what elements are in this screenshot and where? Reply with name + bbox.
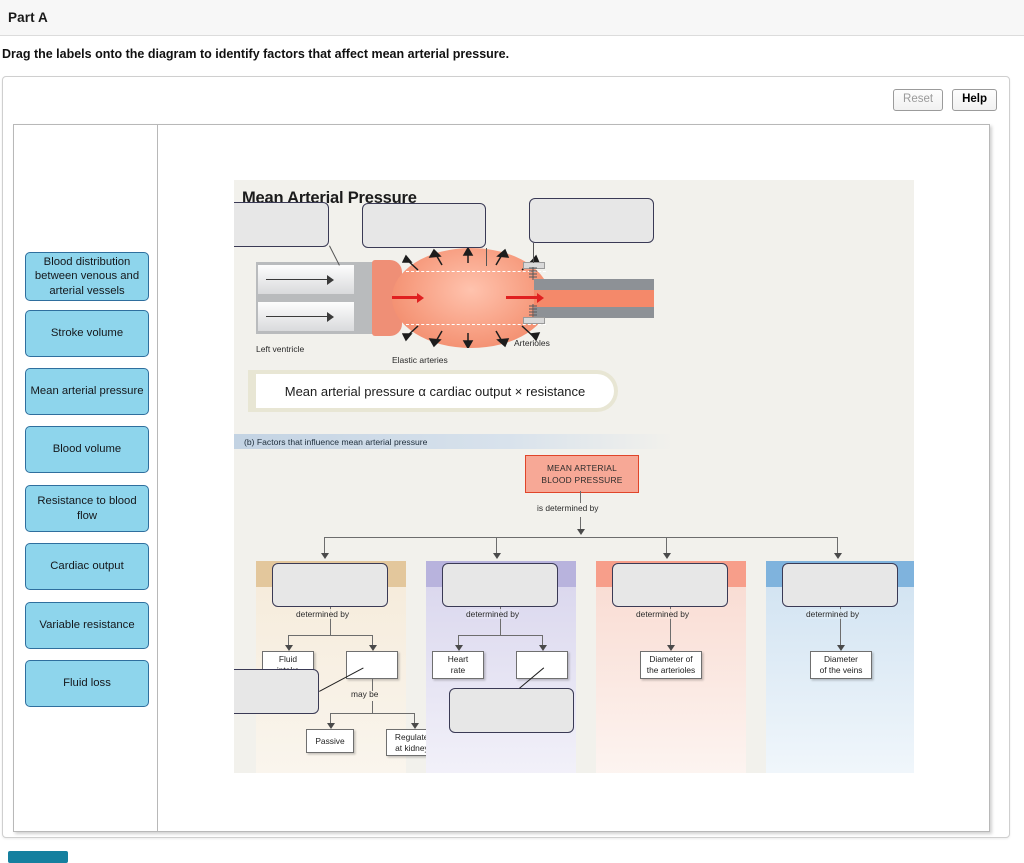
root-box-mean-arterial-blood-pressure: MEAN ARTERIAL BLOOD PRESSURE	[525, 455, 639, 493]
page-title: Part A	[8, 10, 48, 25]
col1-maybe-label: may be	[351, 689, 379, 699]
col4-stem-2	[840, 623, 841, 647]
drop-target-column-3[interactable]	[612, 563, 728, 607]
col4-child-diameter-veins: Diameter of the veins	[810, 651, 872, 679]
col1-split-bus	[288, 635, 372, 636]
submit-button[interactable]	[8, 851, 68, 863]
col2-stem-2	[500, 623, 501, 635]
col3-connector-label: determined by	[636, 609, 690, 619]
col1-stem-2	[330, 623, 331, 635]
band-caption: (b) Factors that influence mean arterial…	[244, 436, 428, 447]
flow-column-2: determined by Heart rate	[426, 561, 576, 773]
root-arrow	[577, 529, 585, 535]
label-bank: Blood distribution between venous and ar…	[14, 125, 158, 831]
col1-maybe-stem-2	[372, 701, 373, 713]
label-chip-cardiac-output[interactable]: Cardiac output	[25, 543, 149, 590]
drop-target-illustration-3[interactable]	[529, 198, 654, 243]
col3-child-diameter-arterioles: Diameter of the arterioles	[640, 651, 702, 679]
distributor-bus	[324, 537, 837, 538]
label-chip-fluid-loss[interactable]: Fluid loss	[25, 660, 149, 707]
label-chip-mean-arterial-pressure[interactable]: Mean arterial pressure	[25, 368, 149, 415]
label-chip-blood-volume[interactable]: Blood volume	[25, 426, 149, 473]
balloon-expansion-arrows-top	[401, 246, 542, 274]
formula-text: Mean arterial pressure α cardiac output …	[256, 374, 614, 408]
col2-child-heart-rate: Heart rate	[432, 651, 484, 679]
label-chip-variable-resistance[interactable]: Variable resistance	[25, 602, 149, 649]
col2-connector-label: determined by	[466, 609, 520, 619]
spring-upper	[528, 267, 538, 280]
bus-arrow-2	[493, 553, 501, 559]
spring-lower	[528, 304, 538, 317]
drag-drop-work-area: Blood distribution between venous and ar…	[13, 124, 990, 832]
root-connector-label: is determined by	[537, 503, 599, 513]
help-button[interactable]: Help	[952, 89, 997, 112]
vessel-wall-upper	[534, 279, 654, 290]
col1-connector-label: determined by	[296, 609, 350, 619]
label-left-ventricle: Left ventricle	[256, 344, 305, 354]
drop-target-illustration-2[interactable]	[362, 203, 486, 248]
label-elastic-arteries: Elastic arteries	[392, 355, 448, 365]
label-chip-resistance-to-blood-flow[interactable]: Resistance to blood flow	[25, 485, 149, 532]
leader-line-2	[486, 248, 487, 266]
col1-child-empty[interactable]	[346, 651, 398, 679]
diagram-figure: Mean Arterial Pressure Left ventricle El…	[234, 180, 914, 773]
piston-arrowhead-upper	[327, 274, 334, 285]
answer-frame: Reset Help Blood distribution between ve…	[2, 76, 1010, 838]
root-box-line-2: BLOOD PRESSURE	[541, 475, 623, 485]
bus-arrow-4	[834, 553, 842, 559]
bus-arrow-1	[321, 553, 329, 559]
leader-line-3	[533, 243, 534, 263]
col1-maybe-bus	[330, 713, 414, 714]
toolbar: Reset Help	[893, 89, 997, 112]
piston-arrow-upper	[266, 279, 328, 281]
vessel-wall-lower	[534, 307, 654, 318]
label-arterioles: Arterioles	[514, 338, 550, 348]
question-prompt: Drag the labels onto the diagram to iden…	[2, 47, 510, 61]
col4-connector-label: determined by	[806, 609, 860, 619]
flow-arrow-right	[506, 292, 544, 303]
section-band: (b) Factors that influence mean arterial…	[234, 434, 674, 449]
col2-split-bus	[458, 635, 542, 636]
formula-container: Mean arterial pressure α cardiac output …	[248, 370, 618, 412]
drop-target-column-2[interactable]	[442, 563, 558, 607]
piston-arrowhead-lower	[327, 311, 334, 322]
drop-target-floating-2[interactable]	[449, 688, 574, 733]
drop-target-floating-1[interactable]	[234, 669, 319, 714]
flow-arrow-left	[392, 292, 424, 303]
part-header-bar: Part A	[0, 0, 1024, 36]
flow-column-3: determined by Diameter of the arterioles	[596, 561, 746, 773]
bus-arrow-3	[663, 553, 671, 559]
drop-target-column-4[interactable]	[782, 563, 898, 607]
clamp-plate-lower	[523, 317, 545, 324]
root-stem-upper	[580, 491, 581, 503]
drop-target-illustration-1[interactable]	[234, 202, 329, 247]
vessel-lumen	[534, 290, 654, 307]
flow-column-1: determined by Fluid intake may be	[256, 561, 442, 773]
flowchart: MEAN ARTERIAL BLOOD PRESSURE is determin…	[234, 455, 914, 773]
reset-button[interactable]: Reset	[893, 89, 944, 112]
root-box-line-1: MEAN ARTERIAL	[546, 462, 618, 473]
col2-child-empty[interactable]	[516, 651, 568, 679]
col1-grandchild-passive: Passive	[306, 729, 354, 753]
flow-column-4: determined by Diameter of the veins	[766, 561, 914, 773]
label-chip-stroke-volume[interactable]: Stroke volume	[25, 310, 149, 357]
piston-arrow-lower	[266, 316, 328, 318]
drop-target-column-1[interactable]	[272, 563, 388, 607]
label-chip-blood-distribution[interactable]: Blood distribution between venous and ar…	[25, 252, 149, 301]
col3-stem-2	[670, 623, 671, 647]
